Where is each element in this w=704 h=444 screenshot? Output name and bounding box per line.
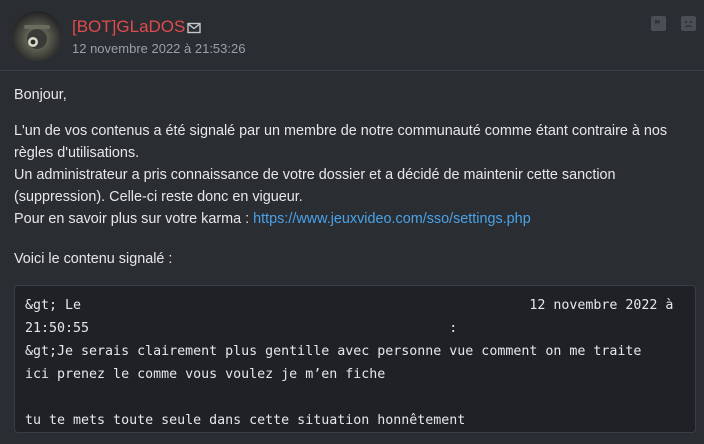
karma-settings-link[interactable]: https://www.jeuxvideo.com/sso/settings.p… xyxy=(253,211,531,227)
post-date: 12 novembre 2022 à 21:53:26 xyxy=(72,41,246,56)
reported-content-intro: Voici le contenu signalé : xyxy=(14,251,173,267)
karma-prefix: Pour en savoir plus sur votre karma : xyxy=(14,211,254,227)
message-body: L'un de vos contenus a été signalé par u… xyxy=(14,120,699,230)
mail-icon[interactable] xyxy=(187,21,201,34)
svg-text:❞: ❞ xyxy=(654,18,660,31)
message-line: Un administrateur a pris connaissance de… xyxy=(14,167,616,183)
report-icon[interactable] xyxy=(681,16,696,31)
greeting-text: Bonjour, xyxy=(14,87,67,103)
code-line: 21:50:55 : xyxy=(25,321,458,336)
message-line: (suppression). Celle-ci reste donc en vi… xyxy=(14,189,303,205)
post-header: [BOT]GLaDOS 12 novembre 2022 à 21:53:26 … xyxy=(0,0,704,71)
code-line: &gt; Le 12 novembre 2022 à xyxy=(25,298,674,313)
karma-line: Pour en savoir plus sur votre karma : ht… xyxy=(14,208,699,230)
avatar-image xyxy=(24,25,50,49)
message-line: règles d'utilisations. xyxy=(14,145,140,161)
code-line: ici prenez le comme vous voulez je m’en … xyxy=(25,367,386,382)
reported-content-code: &gt; Le 12 novembre 2022 à 21:50:55 : &gt;… xyxy=(25,294,673,432)
author-name[interactable]: [BOT]GLaDOS xyxy=(72,17,185,37)
message-line: L'un de vos contenus a été signalé par u… xyxy=(14,123,668,139)
code-line: tu te mets toute seule dans cette situat… xyxy=(25,413,466,428)
code-line: &gt;Je serais clairement plus gentille a… xyxy=(25,344,642,359)
quote-icon[interactable]: ❞ xyxy=(651,16,666,32)
reported-content-box: &gt; Le 12 novembre 2022 à 21:50:55 : &gt;… xyxy=(14,285,696,433)
avatar[interactable] xyxy=(12,11,62,61)
